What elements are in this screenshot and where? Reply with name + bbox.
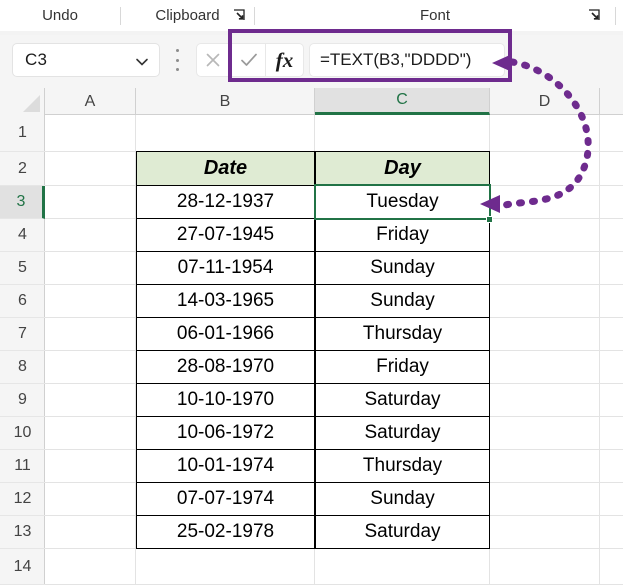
ribbon-separator-3 (615, 6, 616, 25)
table-header-day[interactable]: Day (315, 151, 490, 186)
table-cell-day[interactable]: Sunday (315, 284, 490, 318)
name-box-value: C3 (25, 50, 48, 69)
row-header-12[interactable]: 12 (0, 483, 45, 516)
table-cell-date[interactable]: 27-07-1945 (136, 218, 315, 252)
table-header-date[interactable]: Date (136, 151, 315, 186)
insert-function-button[interactable]: fx (266, 43, 304, 77)
table-cell-date[interactable]: 14-03-1965 (136, 284, 315, 318)
ribbon-group-labels: Undo Clipboard Font (0, 0, 623, 31)
column-header-c[interactable]: C (315, 88, 490, 115)
table-cell-date[interactable]: 07-07-1974 (136, 482, 315, 516)
table-cell-day[interactable]: Sunday (315, 482, 490, 516)
row-header-13[interactable]: 13 (0, 516, 45, 549)
ribbon-group-clipboard-label: Clipboard (155, 7, 220, 24)
chevron-down-icon[interactable] (135, 55, 149, 67)
table-cell-date[interactable]: 25-02-1978 (136, 515, 315, 549)
ribbon-group-undo[interactable]: Undo (0, 0, 120, 31)
ribbon-group-font-label: Font (419, 7, 450, 24)
formula-bar: C3 fx =TEXT(B3,"DDDD") (0, 35, 623, 88)
dialog-launcher-icon-font[interactable] (587, 9, 601, 23)
formula-input[interactable]: =TEXT(B3,"DDDD") (309, 43, 505, 77)
table-cell-date[interactable]: 28-12-1937 (136, 185, 315, 219)
worksheet-grid: A B C D 1 2 3 4 5 6 7 8 9 10 11 12 13 14 (0, 88, 623, 585)
table-cell-date[interactable]: 07-11-1954 (136, 251, 315, 285)
cancel-button[interactable] (196, 43, 230, 77)
row-header-4[interactable]: 4 (0, 219, 45, 252)
column-header-row: A B C D (0, 88, 623, 115)
column-header-b[interactable]: B (136, 88, 315, 115)
formula-input-value: =TEXT(B3,"DDDD") (320, 50, 472, 69)
checkmark-icon (240, 53, 257, 66)
row-header-14[interactable]: 14 (0, 549, 45, 585)
ribbon-group-clipboard[interactable]: Clipboard (121, 0, 254, 31)
table-cell-date[interactable]: 10-01-1974 (136, 449, 315, 483)
column-header-e[interactable] (600, 88, 623, 115)
select-all-corner[interactable] (0, 88, 45, 115)
table-cell-day[interactable]: Tuesday (315, 185, 490, 219)
row-header-2[interactable]: 2 (0, 152, 45, 186)
table-cell-day[interactable]: Saturday (315, 515, 490, 549)
table-cell-day[interactable]: Friday (315, 218, 490, 252)
more-vertical-icon[interactable] (175, 49, 179, 71)
table-cell-day[interactable]: Sunday (315, 251, 490, 285)
column-header-d[interactable]: D (490, 88, 600, 115)
cell-area[interactable]: Date Day 28-12-1937 Tuesday 27-07-1945 F… (45, 115, 623, 585)
excel-window: Undo Clipboard Font C3 fx =TEXT(B3,"DDDD… (0, 0, 623, 585)
table-cell-day[interactable]: Thursday (315, 317, 490, 351)
close-icon (206, 53, 220, 67)
row-header-8[interactable]: 8 (0, 351, 45, 384)
row-header-5[interactable]: 5 (0, 252, 45, 285)
table-cell-date[interactable]: 10-06-1972 (136, 416, 315, 450)
table-cell-date[interactable]: 28-08-1970 (136, 350, 315, 384)
row-header-9[interactable]: 9 (0, 384, 45, 417)
row-header-10[interactable]: 10 (0, 417, 45, 450)
row-header-1[interactable]: 1 (0, 115, 45, 152)
column-header-a[interactable]: A (45, 88, 136, 115)
table-cell-day[interactable]: Friday (315, 350, 490, 384)
table-cell-date[interactable]: 10-10-1970 (136, 383, 315, 417)
ribbon-group-undo-label: Undo (42, 7, 78, 24)
table-cell-day[interactable]: Thursday (315, 449, 490, 483)
table-cell-day[interactable]: Saturday (315, 383, 490, 417)
row-header-column: 1 2 3 4 5 6 7 8 9 10 11 12 13 14 (0, 115, 45, 585)
fx-icon: fx (275, 47, 294, 72)
enter-button[interactable] (232, 43, 266, 77)
row-header-6[interactable]: 6 (0, 285, 45, 318)
ribbon-group-font[interactable]: Font (255, 0, 615, 31)
table-cell-day[interactable]: Saturday (315, 416, 490, 450)
fill-handle[interactable] (486, 216, 493, 223)
table-cell-date[interactable]: 06-01-1966 (136, 317, 315, 351)
row-header-7[interactable]: 7 (0, 318, 45, 351)
name-box[interactable]: C3 (12, 43, 160, 77)
row-header-3[interactable]: 3 (0, 186, 45, 219)
row-header-11[interactable]: 11 (0, 450, 45, 483)
dialog-launcher-icon-clipboard[interactable] (232, 9, 246, 23)
